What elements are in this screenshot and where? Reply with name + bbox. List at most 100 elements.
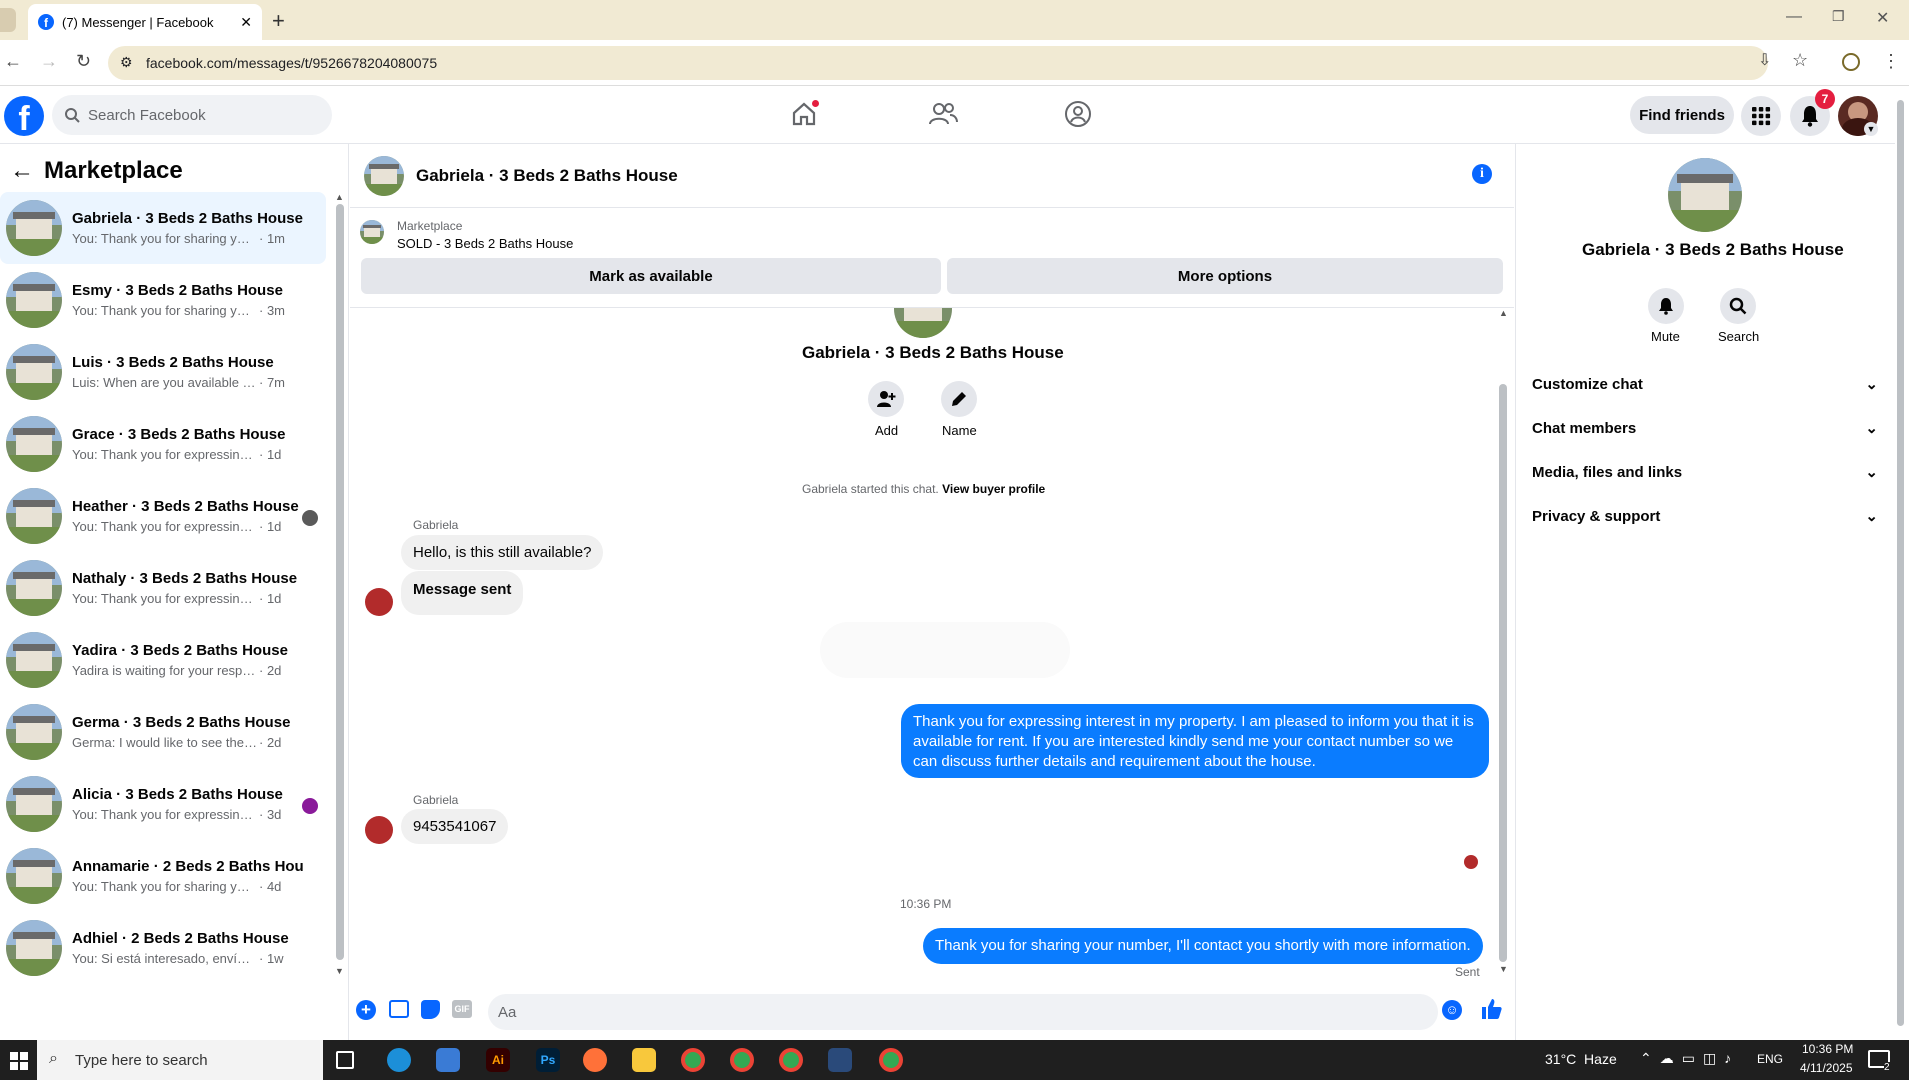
weather-text[interactable]: 31°C Haze <box>1545 1051 1617 1067</box>
clock-time[interactable]: 10:36 PM <box>1802 1042 1853 1056</box>
thumbs-up-icon[interactable] <box>1480 998 1502 1020</box>
more-actions-icon[interactable]: + <box>356 1000 376 1020</box>
chat-scrollbar[interactable] <box>1499 384 1507 962</box>
view-buyer-profile-link[interactable]: View buyer profile <box>942 482 1045 496</box>
tray-icons[interactable]: ⌃☁▭◫♪ <box>1640 1050 1739 1067</box>
incoming-message[interactable]: Hello, is this still available? <box>401 535 604 570</box>
facebook-logo[interactable]: f <box>4 96 44 136</box>
profile-icon[interactable] <box>1842 53 1860 71</box>
left-scroll-up-icon[interactable]: ▲ <box>335 192 344 202</box>
reload-icon[interactable]: ↻ <box>76 52 91 70</box>
conversation-preview: You: Thank you for sharing your nu... <box>72 231 257 246</box>
edit-name-button[interactable] <box>941 381 977 417</box>
outgoing-message[interactable]: Thank you for expressing interest in my … <box>901 704 1489 778</box>
firefox-icon[interactable] <box>583 1048 607 1072</box>
site-info-icon[interactable]: ⚙ <box>120 54 133 71</box>
emoji-icon[interactable]: ☺ <box>1442 1000 1462 1020</box>
incoming-message[interactable]: Message sent <box>401 571 524 615</box>
close-window-icon[interactable]: ✕ <box>1876 8 1889 28</box>
task-view-icon[interactable] <box>336 1051 354 1069</box>
edge-icon[interactable] <box>387 1048 411 1072</box>
search-conversation-button[interactable] <box>1720 288 1756 324</box>
search-placeholder: Search Facebook <box>88 106 206 124</box>
conversation-item[interactable]: Esmy · 3 Beds 2 Baths House You: Thank yo… <box>0 264 326 336</box>
page-scrollbar[interactable] <box>1897 100 1904 1026</box>
url-input[interactable]: ⚙ facebook.com/messages/t/95266782040800… <box>108 46 1768 80</box>
windows-start-icon[interactable] <box>10 1052 28 1070</box>
store-icon[interactable] <box>436 1048 460 1072</box>
conversation-item[interactable]: Gabriela · 3 Beds 2 Baths House You: Than… <box>0 192 326 264</box>
section-privacy-support[interactable]: Privacy & support ⌄ <box>1530 498 1880 534</box>
facebook-search-input[interactable]: Search Facebook <box>52 95 332 135</box>
more-options-button[interactable]: More options <box>947 258 1503 294</box>
language-indicator[interactable]: ENG <box>1757 1052 1783 1066</box>
home-nav-icon[interactable] <box>790 100 819 128</box>
conversation-item[interactable]: Grace · 3 Beds 2 Baths House You: Thank y… <box>0 408 326 480</box>
minimize-icon[interactable]: — <box>1786 8 1802 26</box>
photo-icon[interactable] <box>389 1000 409 1018</box>
chrome-icon[interactable] <box>730 1048 754 1072</box>
conversation-item[interactable]: Luis · 3 Beds 2 Baths House Luis: When ar… <box>0 336 326 408</box>
conversation-item[interactable]: Heather · 3 Beds 2 Baths House You: Thank… <box>0 480 326 552</box>
conversation-item[interactable]: Alicia · 3 Beds 2 Baths House You: Thank … <box>0 768 326 840</box>
conversation-item[interactable]: Yadira · 3 Beds 2 Baths House Yadira is w… <box>0 624 326 696</box>
left-scroll-down-icon[interactable]: ▼ <box>335 966 344 976</box>
mark-available-button[interactable]: Mark as available <box>361 258 941 294</box>
conversation-name: Grace · 3 Beds 2 Baths House <box>72 426 286 443</box>
conversation-name: Adhiel · 2 Beds 2 Baths House <box>72 930 289 947</box>
section-media-files-links[interactable]: Media, files and links ⌄ <box>1530 454 1880 490</box>
listing-status[interactable]: SOLD - 3 Beds 2 Baths House <box>397 236 573 251</box>
conversation-item[interactable]: Nathaly · 3 Beds 2 Baths House You: Thank… <box>0 552 326 624</box>
restore-icon[interactable]: ❐ <box>1832 8 1845 25</box>
menu-kebab-icon[interactable]: ⋮ <box>1882 52 1900 70</box>
groups-nav-icon[interactable] <box>1064 100 1092 128</box>
mute-button[interactable] <box>1648 288 1684 324</box>
active-app-icon[interactable] <box>828 1048 852 1072</box>
bookmark-star-icon[interactable]: ☆ <box>1792 51 1808 69</box>
left-scrollbar[interactable] <box>336 204 344 960</box>
new-tab-button[interactable]: + <box>272 8 285 34</box>
sticker-icon[interactable] <box>421 1000 440 1019</box>
friends-nav-icon[interactable] <box>928 100 958 128</box>
back-arrow-icon[interactable]: ← <box>10 157 34 185</box>
outgoing-message[interactable]: Thank you for sharing your number, I'll … <box>923 928 1483 964</box>
menu-grid-button[interactable] <box>1741 96 1781 136</box>
file-explorer-icon[interactable] <box>632 1048 656 1072</box>
sender-avatar[interactable] <box>365 816 393 844</box>
sender-avatar[interactable] <box>365 588 393 616</box>
chrome-icon[interactable] <box>681 1048 705 1072</box>
chat-info-icon[interactable]: i <box>1472 164 1492 184</box>
facebook-favicon-icon: f <box>38 14 54 30</box>
gif-icon[interactable]: GIF <box>452 1000 472 1018</box>
illustrator-icon[interactable]: Ai <box>486 1048 510 1072</box>
taskbar-search-input[interactable]: ⌕ Type here to search <box>37 1040 323 1080</box>
clock-date[interactable]: 4/11/2025 <box>1800 1061 1853 1075</box>
chrome-icon[interactable] <box>879 1048 903 1072</box>
add-people-button[interactable] <box>868 381 904 417</box>
section-customize-chat[interactable]: Customize chat ⌄ <box>1530 366 1880 402</box>
chat-title[interactable]: Gabriela · 3 Beds 2 Baths House <box>416 166 678 186</box>
incoming-message[interactable]: 9453541067 <box>401 809 509 844</box>
conversation-name: Annamarie · 2 Beds 2 Baths House <box>72 858 304 875</box>
tab-list-button[interactable] <box>0 8 16 32</box>
account-chevron-icon: ▼ <box>1864 122 1878 136</box>
chat-house-avatar[interactable] <box>364 155 404 196</box>
message-input[interactable]: Aa <box>488 994 1438 1030</box>
photoshop-icon[interactable]: Ps <box>536 1048 560 1072</box>
forward-icon[interactable]: → <box>40 52 58 70</box>
listing-thumbnail[interactable] <box>360 220 384 244</box>
back-icon[interactable]: ← <box>4 52 22 70</box>
conversation-item[interactable]: Germa · 3 Beds 2 Baths House Germa: I wou… <box>0 696 326 768</box>
section-chat-members[interactable]: Chat members ⌄ <box>1530 410 1880 446</box>
close-tab-icon[interactable]: ✕ <box>240 14 252 31</box>
info-panel-avatar[interactable] <box>1668 158 1742 232</box>
chat-scroll-up-icon[interactable]: ▲ <box>1499 308 1508 318</box>
install-icon[interactable]: ⇩ <box>1758 52 1771 70</box>
conversation-item[interactable]: Annamarie · 2 Beds 2 Baths House You: Tha… <box>0 840 326 912</box>
find-friends-button[interactable]: Find friends <box>1630 96 1734 134</box>
browser-tab[interactable]: f (7) Messenger | Facebook ✕ <box>28 4 262 40</box>
conversation-time: · 7m <box>259 375 285 390</box>
chrome-icon[interactable] <box>779 1048 803 1072</box>
chat-scroll-down-icon[interactable]: ▼ <box>1499 964 1508 974</box>
conversation-item[interactable]: Adhiel · 2 Beds 2 Baths House You: Si est… <box>0 912 326 984</box>
